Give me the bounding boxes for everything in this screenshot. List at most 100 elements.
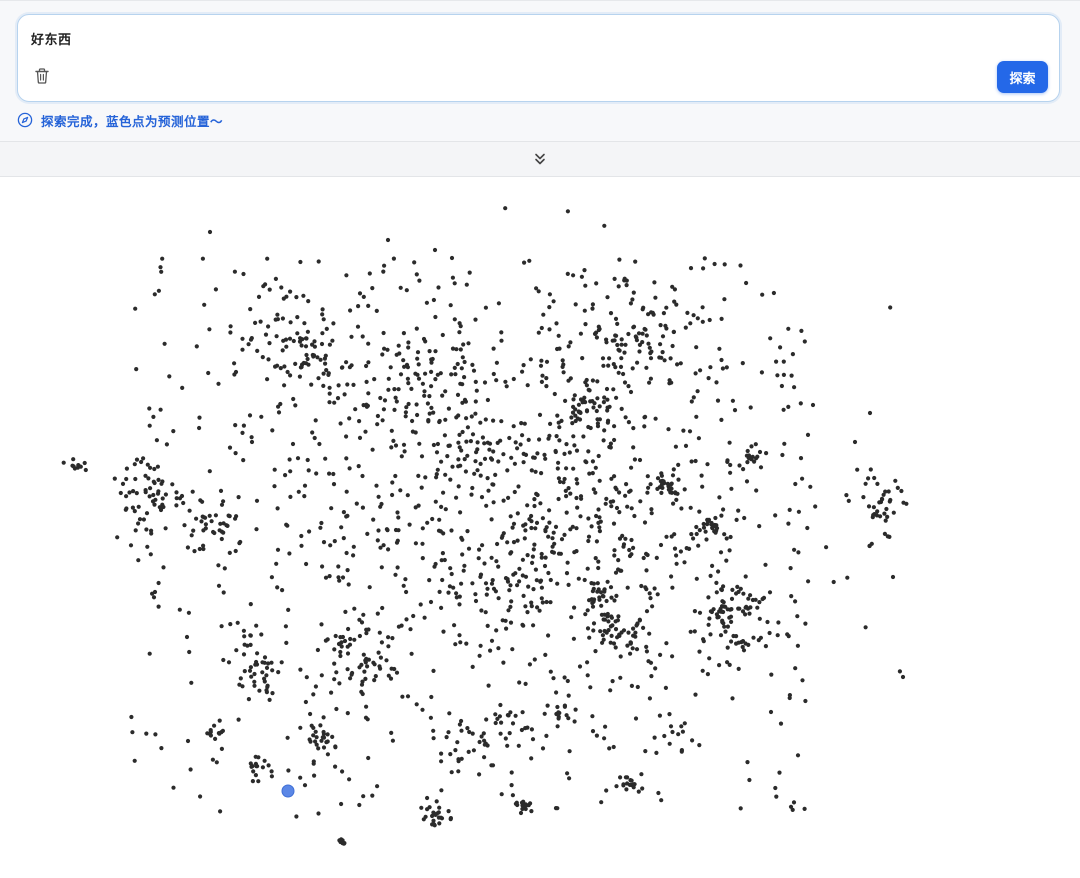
data-point [190,489,195,494]
data-point [653,295,658,300]
data-point [671,467,676,472]
data-point [629,506,634,511]
data-point [429,357,434,362]
data-point [617,257,622,262]
data-point [219,502,225,507]
data-point [287,551,292,556]
data-point [623,775,629,780]
explore-button[interactable]: 探索 [997,61,1048,93]
data-point [429,694,434,700]
data-point [391,438,396,443]
data-point [454,591,459,596]
data-point [542,711,547,716]
data-point [631,325,636,330]
data-point [629,778,634,783]
search-input[interactable]: 好东西 探索 [17,14,1060,102]
data-point [529,809,534,814]
embedding-scatter-plot[interactable] [0,177,1080,878]
trash-icon[interactable] [34,67,50,85]
data-point [590,302,596,307]
data-point [158,265,163,270]
data-point [568,376,573,381]
data-point [364,631,369,636]
data-point [156,288,161,293]
data-point [473,592,478,597]
data-point [595,379,600,384]
data-point [736,640,741,645]
data-point [810,402,816,408]
data-point [249,674,254,679]
data-point [622,276,627,281]
predicted-point[interactable] [281,784,295,798]
data-point [240,430,245,435]
data-point [628,389,634,395]
data-point [263,332,269,337]
data-point [456,457,461,462]
data-point [488,456,494,461]
data-point [468,439,473,444]
data-point [259,632,264,637]
data-point [431,442,436,448]
data-point [306,468,311,473]
data-point [344,550,349,556]
data-point [642,424,647,429]
data-point [134,367,139,372]
data-point [446,809,451,814]
data-point [792,547,797,552]
data-point [609,504,614,509]
data-point [144,511,150,516]
data-point [555,724,560,729]
scatter-canvas[interactable] [0,177,1080,878]
data-point [625,781,630,786]
data-point [543,456,548,461]
data-point [547,508,552,513]
data-point [427,805,432,810]
data-point [299,543,304,548]
data-point [532,497,537,502]
data-point [338,421,343,426]
data-point [515,583,520,588]
data-point [304,561,309,567]
data-point [528,801,533,806]
data-point [521,593,526,598]
data-point [661,479,666,484]
data-point [279,660,284,665]
collapse-toggle[interactable] [0,141,1080,177]
data-point [557,425,562,430]
data-point [338,653,343,659]
data-point [417,278,422,283]
data-point [861,495,866,500]
data-point [586,538,591,544]
data-point [436,285,441,290]
data-point [396,515,401,520]
data-point [628,651,633,656]
data-point [785,632,790,637]
data-point [469,492,474,497]
data-point [375,413,380,419]
data-point [882,511,887,516]
data-point [653,666,658,671]
data-point [434,475,439,480]
data-point [429,384,434,389]
data-point [506,495,511,500]
data-point [124,476,129,482]
data-point [571,636,577,641]
data-point [201,543,206,548]
data-point [299,533,304,539]
data-point [474,388,479,393]
data-point [273,317,278,322]
data-point [394,670,400,675]
data-point [366,303,371,308]
data-point [604,386,610,392]
data-point [718,633,724,638]
data-point [591,621,597,626]
chevrons-down-icon[interactable] [533,152,547,166]
data-point [404,617,409,622]
data-point [115,535,120,540]
query-text[interactable]: 好东西 [31,29,72,48]
data-point [789,373,794,378]
data-point [775,633,780,638]
data-point [206,370,211,376]
data-point [527,258,532,263]
data-point [616,284,621,289]
